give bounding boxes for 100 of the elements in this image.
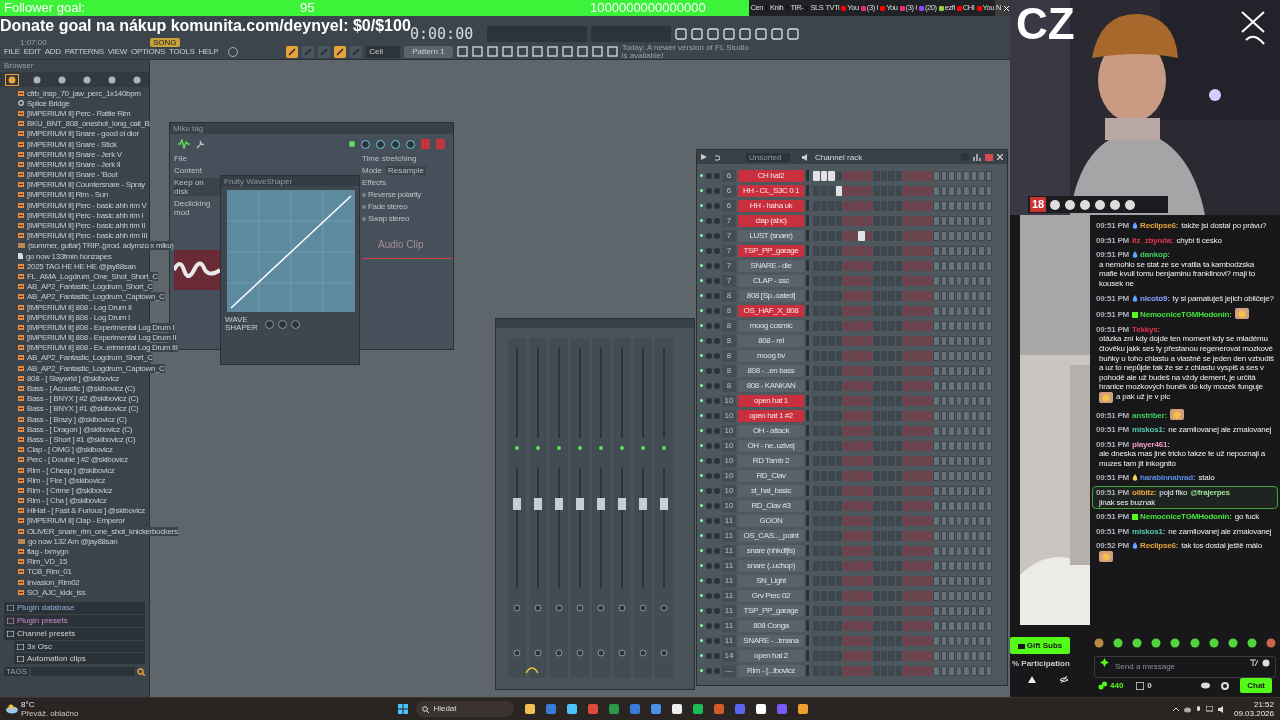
browser-item[interactable]: [IMPERIUM II] Snare - 'Bout: [27, 170, 118, 180]
send-chat-button[interactable]: Chat: [1240, 678, 1272, 693]
channel-number[interactable]: 10: [722, 424, 736, 437]
browser-item[interactable]: [IMPERIUM II] Snare - Jerk II: [27, 159, 121, 169]
browser-item[interactable]: Rim - [ Cheap ] @skibovicz: [27, 465, 115, 475]
channel-number[interactable]: 8: [722, 379, 736, 392]
browser-item[interactable]: [IMPERIUM II] Clap - Emperor: [27, 516, 125, 526]
channel-button[interactable]: st_hat_basic: [738, 484, 804, 497]
chat-username[interactable]: nicoto9:: [1140, 293, 1170, 303]
channel-button[interactable]: open hat 1 #2: [738, 409, 804, 422]
channel-number[interactable]: 7: [722, 214, 736, 227]
channel-button[interactable]: SNARE - ..tmana: [738, 634, 804, 647]
browser-item[interactable]: [IMPERIUM II] Perc - basic ahh rim I: [27, 210, 144, 220]
channel-button[interactable]: 808 Conga: [738, 619, 804, 632]
browser-item[interactable]: Bass - [ Dragon ] @skibovicz (C): [27, 424, 132, 434]
channel-button[interactable]: GOON: [738, 514, 804, 527]
menu-item[interactable]: FILE: [4, 45, 20, 58]
browser-item[interactable]: [IMPERIUM II] Perc - basic ahh rim II: [27, 221, 146, 231]
browser-item[interactable]: Bass - [ BNYX ] #2 @skibovicz (C): [27, 394, 139, 404]
channel-button[interactable]: TSP_PP_garage: [738, 604, 804, 617]
browser-item[interactable]: flag - txmygn: [27, 547, 69, 557]
channel-button[interactable]: Rim - [...ibovicz: [738, 664, 804, 677]
channel-button[interactable]: CLAP - ssc: [738, 274, 804, 287]
channel-number[interactable]: 8: [722, 349, 736, 362]
browser-section[interactable]: Automation clips: [14, 653, 145, 665]
browser-item[interactable]: go now 133fmin honzapes: [26, 251, 112, 261]
chat-username[interactable]: Tekkys:: [1132, 324, 1160, 334]
channel-number[interactable]: 11: [722, 529, 736, 542]
channel-number[interactable]: 10: [722, 454, 736, 467]
browser-item[interactable]: Clap - [ OMG ] @skibovicz: [27, 445, 113, 455]
channel-button[interactable]: 808 - KANKAN: [738, 379, 804, 392]
mention-link[interactable]: @frajerpes: [1190, 488, 1230, 498]
browser-item[interactable]: AB_AP2_Fantastic_Logdrum_Short_C: [27, 353, 153, 363]
channel-number[interactable]: 6: [722, 184, 736, 197]
channel-button[interactable]: snare (nhkdfjls): [738, 544, 804, 557]
channel-number[interactable]: 10: [722, 394, 736, 407]
channel-button[interactable]: clap (abc): [738, 214, 804, 227]
chat-username[interactable]: harabinnahrad:: [1140, 473, 1196, 483]
browser-item[interactable]: FL_AMA_Logdrum_One_Shot_Short_C: [27, 271, 158, 281]
channel-button[interactable]: 808 - ..en bass: [738, 364, 804, 377]
browser-item[interactable]: AB_AP2_Fantastic_Logdrum_Short_C: [27, 282, 153, 292]
channel-number[interactable]: 6: [722, 169, 736, 182]
checkbox-option[interactable]: Keep on disk: [174, 178, 220, 196]
browser-item[interactable]: [IMPERIUM II] 808 - Experimental Log Drum I: [27, 322, 175, 332]
browser-item[interactable]: [IMPERIUM II] Snare - good ol dior: [27, 129, 139, 139]
chat-username[interactable]: ltz_zbynda:: [1132, 235, 1174, 245]
browser-item[interactable]: [IMPERIUM II] Countersnare - Spray: [27, 180, 145, 190]
channel-number[interactable]: 11: [722, 619, 736, 632]
browser-item[interactable]: cfrb_insp_70_jaw_perc_1x140bpm: [27, 88, 141, 98]
channel-number[interactable]: 10: [722, 439, 736, 452]
option-label[interactable]: Fade stereo: [368, 202, 408, 211]
filter-dropdown[interactable]: Unsorted: [746, 152, 790, 162]
browser-item[interactable]: [IMPERIUM II] Snare - Jerk V: [27, 149, 122, 159]
menu-item[interactable]: ADD: [44, 45, 61, 58]
channel-number[interactable]: 8: [722, 304, 736, 317]
channel-button[interactable]: HH - haha uk: [738, 199, 804, 212]
browser-item[interactable]: Bass - [ Brazy ] @skibovicz (C): [27, 414, 127, 424]
browser-item[interactable]: AB_AP2_Fantastic_Logdrum_Captown_C: [27, 363, 165, 373]
channel-button[interactable]: 808 - rel: [738, 334, 804, 347]
browser-item[interactable]: HiHat - [ Fast & Furious ] @skibovicz: [27, 506, 145, 516]
browser-item[interactable]: Rim_VD_15: [27, 557, 67, 567]
channel-button[interactable]: SN_Light: [738, 574, 804, 587]
browser-item[interactable]: TCB_Rim_01: [27, 567, 72, 577]
option-label[interactable]: Swap stereo: [368, 214, 410, 223]
snap-selector[interactable]: Cell: [366, 45, 401, 58]
mode-toggle[interactable]: SONG: [150, 38, 180, 47]
browser-item[interactable]: [IMPERIUM II] 808 - Experimental Log Drum II: [27, 333, 177, 343]
channel-number[interactable]: 7: [722, 229, 736, 242]
channel-number[interactable]: 11: [722, 544, 736, 557]
channel-button[interactable]: HH - CL_S3C 0 1: [738, 184, 804, 197]
browser-item[interactable]: [IMPERIUM II] Perc - basic ahh rim V: [27, 200, 147, 210]
menu-item[interactable]: TOOLS: [169, 45, 195, 58]
browser-item[interactable]: Rim - [ Cha ] @skibovicz: [27, 496, 107, 506]
chat-username[interactable]: NemocniceTGMHodonin:: [1140, 310, 1232, 320]
channel-number[interactable]: ---: [722, 664, 736, 677]
channel-button[interactable]: OS_CAS..._point: [738, 529, 804, 542]
channel-button[interactable]: OS_HAF_X_808: [738, 304, 804, 317]
channel-button[interactable]: snare (..uchop): [738, 559, 804, 572]
gift-subs-button[interactable]: Gift Subs: [1010, 637, 1070, 654]
channel-number[interactable]: 8: [722, 334, 736, 347]
browser-item[interactable]: Invasion_Rim02: [27, 577, 80, 587]
menu-item[interactable]: OPTIONS: [131, 45, 165, 58]
channel-button[interactable]: RD_Clav #3: [738, 499, 804, 512]
browser-section[interactable]: Plugin database: [4, 602, 145, 615]
channel-button[interactable]: CH hat2: [738, 169, 804, 182]
channel-button[interactable]: OH - ne..uzivej: [738, 439, 804, 452]
channel-number[interactable]: 11: [722, 634, 736, 647]
channel-button[interactable]: moog bv: [738, 349, 804, 362]
channel-button[interactable]: open hat 1: [738, 394, 804, 407]
channel-number[interactable]: 10: [722, 409, 736, 422]
channel-button[interactable]: open hat 2: [738, 649, 804, 662]
menu-item[interactable]: PATTERNS: [64, 45, 104, 58]
taskbar-search[interactable]: Hledat: [416, 701, 515, 717]
browser-item[interactable]: SO_AJC_kick_iss: [27, 587, 86, 597]
channel-button[interactable]: LUST (snare): [738, 229, 804, 242]
chat-username[interactable]: Reclipse6:: [1140, 221, 1179, 230]
channel-number[interactable]: 7: [722, 244, 736, 257]
browser-item[interactable]: go now 132 Am @jay88san: [28, 536, 118, 546]
browser-item[interactable]: Bass - [ BNYX ] #1 @skibovicz (C): [27, 404, 139, 414]
browser-item[interactable]: [IMPERIUM II] 808 - Log Drum II: [27, 302, 132, 312]
